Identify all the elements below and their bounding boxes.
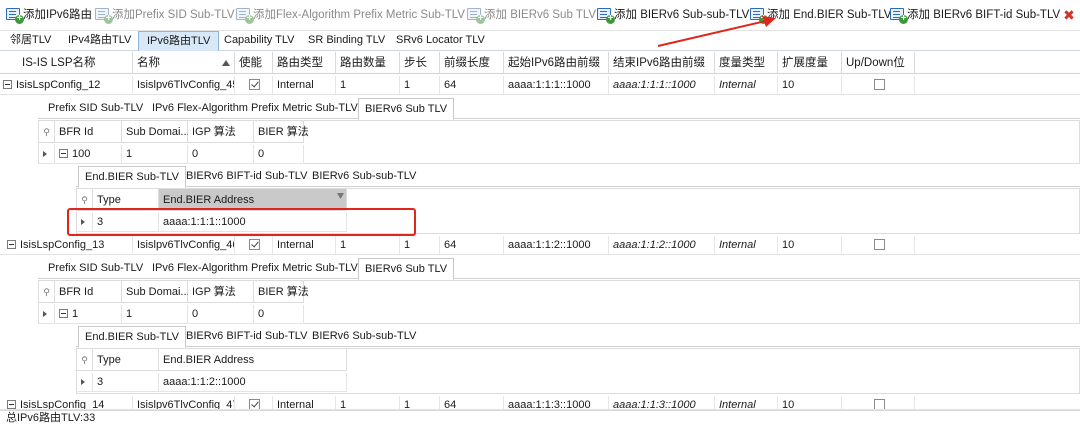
- col-end-bier-address[interactable]: End.BIER Address: [159, 349, 347, 371]
- add-list-icon: [890, 8, 908, 24]
- col-name[interactable]: 名称: [133, 52, 235, 74]
- search-icon[interactable]: ⚲: [39, 281, 55, 303]
- col-bfr-id[interactable]: BFR Id: [55, 281, 122, 303]
- subsubtab-bift-id[interactable]: BIERv6 BIFT-id Sub-TLV: [180, 326, 313, 347]
- subtab-prefix-sid[interactable]: Prefix SID Sub-TLV: [42, 98, 149, 119]
- subsubtab-bift-id[interactable]: BIERv6 BIFT-id Sub-TLV: [180, 166, 313, 187]
- tab-srv6-locator-tlv[interactable]: SRv6 Locator TLV: [388, 31, 493, 51]
- updown-checkbox[interactable]: [874, 239, 885, 250]
- add-list-icon: [236, 8, 254, 24]
- collapse-icon[interactable]: [3, 80, 12, 89]
- col-route-count[interactable]: 路由数量: [336, 52, 400, 74]
- row-pointer-icon: [43, 151, 47, 157]
- status-bar: 总IPv6路由TLV:33: [0, 410, 1080, 436]
- col-bfr-id[interactable]: BFR Id: [55, 121, 122, 143]
- tab-ipv6-route-tlv[interactable]: IPv6路由TLV: [138, 31, 220, 51]
- collapse-icon[interactable]: [7, 400, 16, 409]
- col-step[interactable]: 步长: [400, 52, 440, 74]
- updown-checkbox[interactable]: [874, 399, 885, 409]
- subtab-flex-algo[interactable]: IPv6 Flex-Algorithm Prefix Metric Sub-TL…: [146, 98, 364, 119]
- col-type[interactable]: Type: [93, 349, 159, 371]
- collapse-icon[interactable]: [7, 240, 16, 249]
- tab-capability-tlv[interactable]: Capability TLV: [216, 31, 303, 51]
- add-list-icon: [597, 8, 615, 24]
- add-list-icon: [6, 8, 24, 24]
- col-lsp-name[interactable]: IS-IS LSP名称: [18, 52, 133, 74]
- subtab-bierv6-sub-tlv[interactable]: BIERv6 Sub TLV: [358, 258, 455, 280]
- enabled-checkbox[interactable]: [249, 399, 260, 409]
- sub-tlv-tabs: Prefix SID Sub-TLV IPv6 Flex-Algorithm P…: [38, 98, 1080, 120]
- col-route-type[interactable]: 路由类型: [273, 52, 336, 74]
- col-igp-algo[interactable]: IGP 算法: [188, 281, 254, 303]
- filter-icon[interactable]: [337, 193, 344, 200]
- add-bierv6-sub-tlv-button[interactable]: 添加 BIERv6 Sub TLV: [467, 0, 596, 31]
- col-updown[interactable]: Up/Down位: [842, 52, 915, 74]
- toolbar: 添加IPv6路由 添加Prefix SID Sub-TLV 添加Flex-Alg…: [0, 0, 1080, 31]
- subsubtab-bierv6-sub-sub[interactable]: BIERv6 Sub-sub-TLV: [306, 326, 422, 347]
- sub-sub-tlv-tabs: End.BIER Sub-TLV BIERv6 BIFT-id Sub-TLV …: [76, 326, 1080, 348]
- col-bier-algo[interactable]: BIER 算法: [254, 121, 309, 143]
- end-bier-table: ⚲ Type End.BIER Address 3 aaaa:1:1:2::10…: [76, 348, 1080, 394]
- table-row[interactable]: IsisLspConfig_14 Isislpv6TlvConfig_47 In…: [0, 396, 1080, 410]
- sort-asc-icon[interactable]: [222, 60, 230, 66]
- col-enabled[interactable]: 使能: [235, 52, 273, 74]
- add-prefix-sid-button[interactable]: 添加Prefix SID Sub-TLV: [95, 0, 235, 31]
- tab-sr-binding-tlv[interactable]: SR Binding TLV: [300, 31, 393, 51]
- status-text: 总IPv6路由TLV:33: [6, 412, 96, 424]
- table-row[interactable]: IsisLspConfig_13 Isislpv6TlvConfig_46 In…: [0, 236, 1080, 255]
- col-ext-metric[interactable]: 扩展度量: [778, 52, 842, 74]
- subsubtab-end-bier[interactable]: End.BIER Sub-TLV: [78, 166, 186, 188]
- tlv-tabs: 邻居TLV IPv4路由TLV IPv6路由TLV Capability TLV…: [0, 31, 1080, 51]
- subtab-flex-algo[interactable]: IPv6 Flex-Algorithm Prefix Metric Sub-TL…: [146, 258, 364, 279]
- enabled-checkbox[interactable]: [249, 79, 260, 90]
- grid-header: IS-IS LSP名称 名称 使能 路由类型 路由数量 步长 前缀长度 起始IP…: [0, 52, 1080, 74]
- subtab-bierv6-sub-tlv[interactable]: BIERv6 Sub TLV: [358, 98, 455, 120]
- table-row[interactable]: IsisLspConfig_12 Isislpv6TlvConfig_45 In…: [0, 76, 1080, 95]
- close-icon[interactable]: ✖: [1062, 8, 1076, 22]
- sub-sub-tlv-tabs: End.BIER Sub-TLV BIERv6 BIFT-id Sub-TLV …: [76, 166, 1080, 188]
- tab-ipv4-route-tlv[interactable]: IPv4路由TLV: [60, 31, 139, 51]
- col-igp-algo[interactable]: IGP 算法: [188, 121, 254, 143]
- subtab-prefix-sid[interactable]: Prefix SID Sub-TLV: [42, 258, 149, 279]
- subsubtab-bierv6-sub-sub[interactable]: BIERv6 Sub-sub-TLV: [306, 166, 422, 187]
- row-pointer-icon: [81, 379, 85, 385]
- col-metric-type[interactable]: 度量类型: [715, 52, 778, 74]
- col-sub-domain[interactable]: Sub Domai...: [122, 281, 190, 303]
- row-pointer-icon: [43, 311, 47, 317]
- add-list-icon: [467, 8, 485, 24]
- col-sub-domain[interactable]: Sub Domai...: [122, 121, 190, 143]
- add-flex-algo-button[interactable]: 添加Flex-Algorithm Prefix Metric Sub-TLV: [236, 0, 465, 31]
- enabled-checkbox[interactable]: [249, 239, 260, 250]
- bierv6-sub-tlv-table: ⚲ BFR Id Sub Domai... IGP 算法 BIER 算法 1 1…: [38, 280, 1080, 324]
- col-bier-algo[interactable]: BIER 算法: [254, 281, 309, 303]
- col-prefix-len[interactable]: 前缀长度: [440, 52, 504, 74]
- highlight-box: [67, 208, 416, 236]
- collapse-icon[interactable]: [59, 309, 68, 318]
- add-bift-id-sub-tlv-button[interactable]: 添加 BIERv6 BIFT-id Sub-TLV: [890, 0, 1060, 31]
- add-ipv6-route-button[interactable]: 添加IPv6路由: [6, 0, 92, 31]
- tab-neighbor-tlv[interactable]: 邻居TLV: [2, 31, 59, 51]
- sub-tlv-tabs: Prefix SID Sub-TLV IPv6 Flex-Algorithm P…: [38, 258, 1080, 280]
- add-list-icon: [95, 8, 113, 24]
- collapse-icon[interactable]: [59, 149, 68, 158]
- subsubtab-end-bier[interactable]: End.BIER Sub-TLV: [78, 326, 186, 348]
- col-end-prefix[interactable]: 结束IPv6路由前缀: [609, 52, 715, 74]
- search-icon[interactable]: ⚲: [39, 121, 55, 143]
- bierv6-sub-tlv-table: ⚲ BFR Id Sub Domai... IGP 算法 BIER 算法 100…: [38, 120, 1080, 164]
- col-start-prefix[interactable]: 起始IPv6路由前缀: [504, 52, 609, 74]
- search-icon[interactable]: ⚲: [77, 349, 93, 371]
- updown-checkbox[interactable]: [874, 79, 885, 90]
